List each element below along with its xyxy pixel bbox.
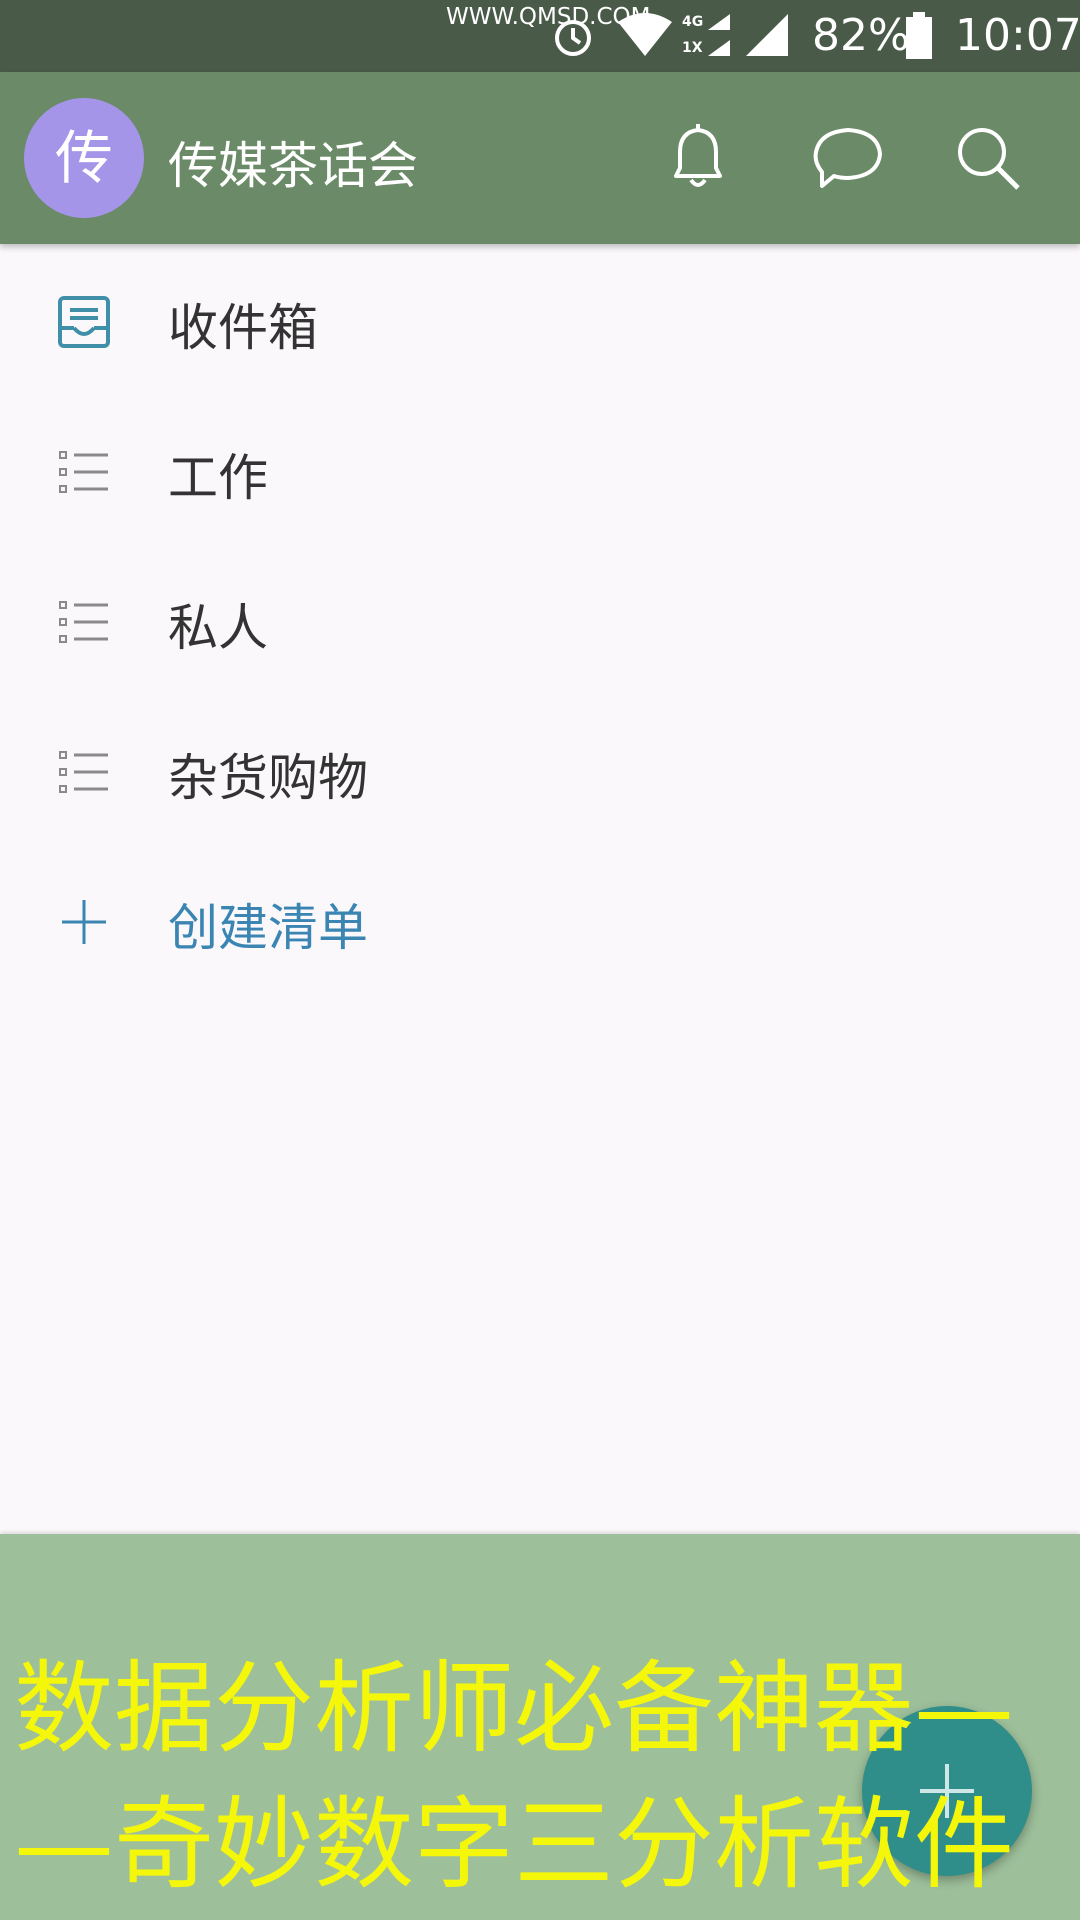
caption-line-1: 数据分析师必备神器— <box>14 1650 1014 1767</box>
network-type-top: 4G <box>682 14 704 30</box>
caption-line-2: —奇妙数字三分析软件 <box>14 1786 1014 1903</box>
clock: 10:07 <box>955 10 1080 61</box>
cell-signal-icon <box>746 14 788 56</box>
battery-icon <box>906 12 932 59</box>
list-item-personal[interactable]: 私人 <box>0 544 1080 694</box>
network-type-bottom: 1X <box>682 40 703 56</box>
search-icon[interactable] <box>948 118 1028 198</box>
plus-icon <box>62 900 106 944</box>
inbox-icon <box>58 296 110 348</box>
list-icon <box>59 751 108 793</box>
battery-percent: 82% <box>812 10 910 61</box>
wifi-icon <box>618 13 672 56</box>
list-icon <box>59 601 108 643</box>
alarm-icon <box>555 20 591 56</box>
list-item-label: 工作 <box>168 449 268 507</box>
list-item-work[interactable]: 工作 <box>0 394 1080 544</box>
list-item-label: 杂货购物 <box>168 749 368 807</box>
list-item-grocery[interactable]: 杂货购物 <box>0 694 1080 844</box>
chat-icon[interactable] <box>808 118 888 198</box>
create-list-label: 创建清单 <box>168 899 368 957</box>
list-item-inbox[interactable]: 收件箱 <box>0 244 1080 394</box>
account-title[interactable]: 传媒茶话会 <box>168 126 418 198</box>
app-bar: 传 传媒茶话会 <box>0 72 1080 244</box>
status-bar: WWW.QMSD.COM 4G 1X 82% 10:07 <box>0 0 1080 72</box>
bell-icon[interactable] <box>658 118 738 198</box>
list-item-label: 私人 <box>168 599 268 657</box>
avatar[interactable]: 传 <box>24 98 144 218</box>
create-list-button[interactable]: 创建清单 <box>0 844 1080 994</box>
list-icon <box>59 451 108 493</box>
list-item-label: 收件箱 <box>168 299 318 357</box>
cell-signal-small-icon <box>708 14 730 56</box>
